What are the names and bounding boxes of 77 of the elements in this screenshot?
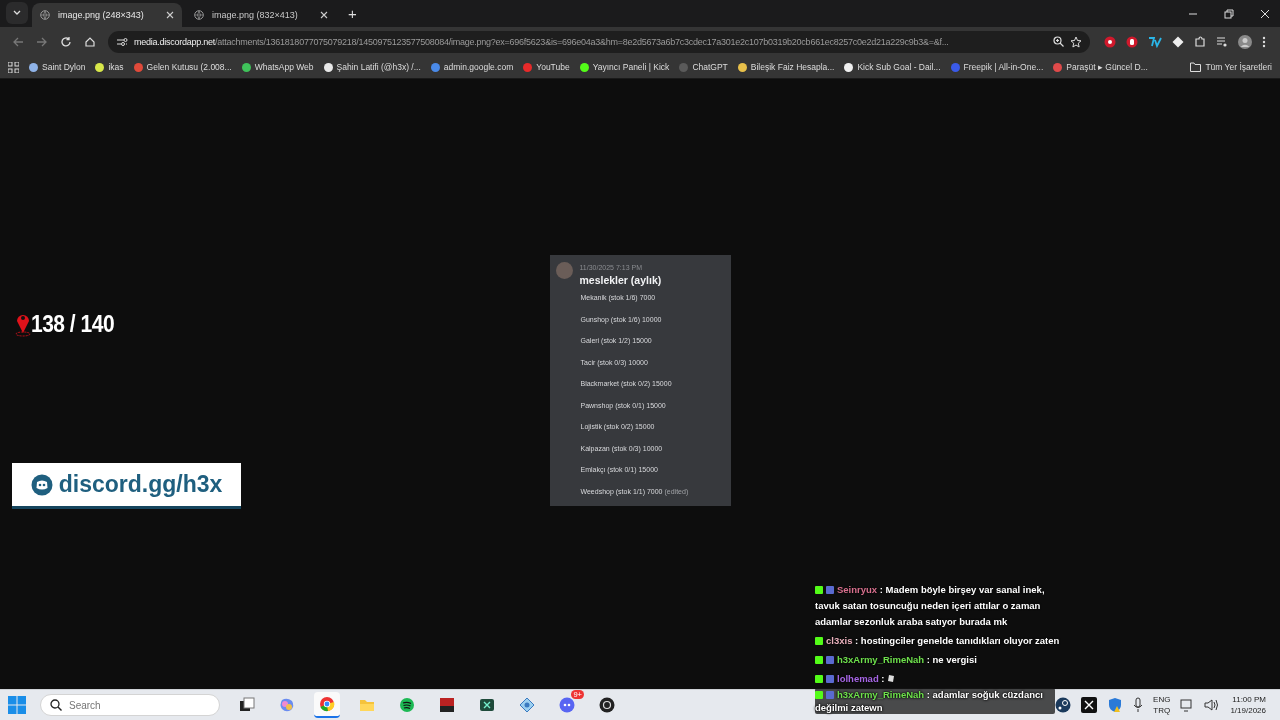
windows-start-icon[interactable] [8,696,26,714]
emote-icon [887,674,896,683]
chat-message: h3xArmy_RimeNah : ne vergisi [815,652,1060,668]
terminal-icon[interactable] [479,697,495,713]
microphone-icon[interactable] [1133,697,1144,713]
bookmark[interactable]: Kick Sub Goal - Dail... [844,62,941,72]
bookmark[interactable]: admin.google.com [430,62,514,72]
profile-avatar-icon[interactable] [1238,34,1252,49]
site-settings-icon[interactable] [116,35,128,48]
address-bar[interactable]: media.discordapp.net/attachments/1361818077075079218/1450975123577508084/image.png?ex=696f5623&is=696e04a3&hm=8e2d5673a6b7c3cdec17a301e2c107b0319b20cb661ec8257c0e2d21a229c9b3&=&f... [108,30,1090,53]
chat-message: Seinryux : Madem böyle birşey var sanal inek, tavuk satan tosuncuğu neden içeri attılar o zaman adamlar sezonluk araba satıyor burada mk [815,583,1046,629]
platform-badge-icon [815,656,823,664]
message-title: meslekler (aylık) [579,274,662,286]
close-icon[interactable] [1260,8,1270,19]
folder-icon [1190,62,1202,72]
menu-icon[interactable] [1262,35,1266,48]
player-counter: 138 / 140 [31,310,115,338]
mixer-app-icon[interactable] [439,697,455,713]
taskbar-search-field[interactable]: Search [40,694,220,716]
steam-icon[interactable] [1055,697,1072,713]
bookmark[interactable]: Gelen Kutusu (2.008... [133,62,232,72]
task-view-icon[interactable] [239,697,255,713]
chrome-icon[interactable] [319,696,335,712]
bookmark[interactable]: Paraşüt ▸ Güncel D... [1053,62,1148,72]
network-app-icon[interactable] [519,697,535,713]
network-status-icon[interactable] [1180,698,1195,712]
chat-message: h3xArmy_RimeNah : adamlar soğuk cüzdancı değilmi zatewn [815,688,1055,714]
chat-message: cl3xis : hostingciler genelde tanıdıkları oluyor zaten [815,633,1060,649]
bookmark[interactable]: Bileşik Faiz Hesapla... [737,62,835,72]
forward-icon[interactable] [36,35,48,48]
diamond-extension-icon[interactable] [1172,35,1184,48]
close-tab-icon[interactable] [166,11,174,19]
invite-link-text: discord.gg/h3x [58,471,223,498]
platform-badge-icon [815,637,823,645]
x-logo-icon[interactable] [1081,697,1098,713]
caret-icon [13,10,21,16]
record-app-icon[interactable] [599,697,615,713]
bookmark[interactable]: Şahin Latifi (@h3x) /... [323,62,421,72]
avatar [555,262,573,279]
media-controls-icon[interactable] [1216,35,1228,48]
browser-tab[interactable]: image.png (832×413) [186,3,336,27]
globe-icon [194,10,204,20]
close-tab-icon[interactable] [320,11,328,19]
star-icon[interactable] [1070,35,1082,48]
all-bookmarks-button[interactable]: Tüm Yer İşaretleri [1190,62,1272,72]
chat-app-icon[interactable] [559,697,575,713]
home-icon[interactable] [84,35,96,48]
back-icon[interactable] [12,35,24,48]
tab-search-button[interactable] [6,2,28,24]
circle-extension-icon[interactable] [1104,35,1116,48]
platform-badge-icon [815,586,823,594]
shield-warning-icon[interactable] [1107,697,1124,713]
chat-message: lolhemad : [815,671,1060,687]
music-app-icon[interactable] [399,697,415,713]
hand-extension-icon[interactable] [1126,35,1138,48]
bookmark[interactable]: Saint Dylon [29,62,86,72]
tv-extension-icon[interactable] [1148,35,1162,48]
apps-grid-icon[interactable] [8,61,19,73]
globe-icon [40,10,50,20]
chat-bubble-logo-icon [30,473,53,496]
puzzle-icon[interactable] [1194,35,1206,48]
volume-icon[interactable] [1204,698,1221,712]
zoom-icon[interactable] [1053,36,1064,47]
bookmark[interactable]: ikas [95,62,124,72]
bookmark[interactable]: Yayıncı Paneli | Kick [579,62,670,72]
bookmark[interactable]: ChatGPT [679,62,728,72]
browser-tab[interactable]: image.png (248×343) [32,3,182,27]
bookmark[interactable]: Freepik | All-in-One... [950,62,1044,72]
swirl-app-icon[interactable] [279,697,295,713]
keyboard-language[interactable]: ENG TRQ [1153,694,1171,716]
new-tab-button[interactable]: + [344,5,361,22]
search-icon [50,699,62,711]
bookmark[interactable]: YouTube [523,62,570,72]
bookmark[interactable]: WhatsApp Web [241,62,314,72]
taskbar-clock[interactable]: 11:00 PM 1/19/2026 [1230,694,1272,716]
reload-icon[interactable] [60,35,72,48]
restore-icon[interactable] [1224,8,1234,19]
